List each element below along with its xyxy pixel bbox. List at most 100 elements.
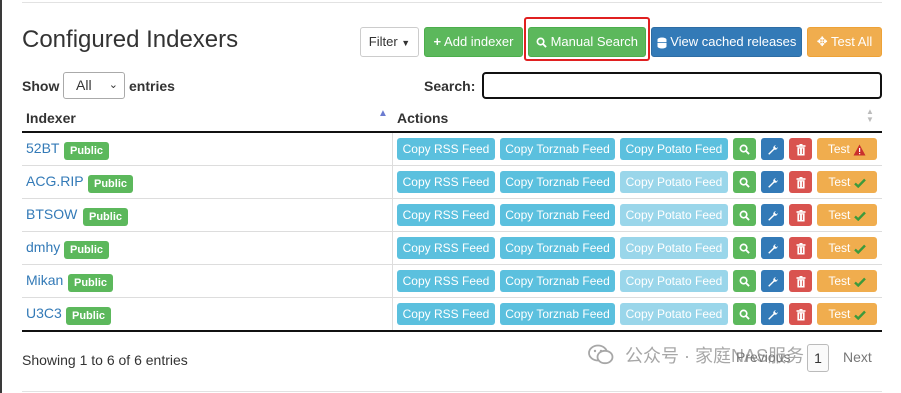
copy-rss-feed-button[interactable]: Copy RSS Feed (397, 171, 495, 193)
filter-button[interactable]: Filter ▼ (360, 27, 419, 57)
copy-torznab-feed-button[interactable]: Copy Torznab Feed (500, 303, 615, 325)
configure-indexer-button[interactable] (761, 171, 784, 193)
indexer-name-link[interactable]: Mikan (26, 272, 63, 288)
public-badge: Public (88, 175, 134, 193)
trash-icon (796, 208, 806, 222)
copy-torznab-feed-button[interactable]: Copy Torznab Feed (500, 204, 615, 226)
trash-icon (796, 274, 806, 288)
highlight-annotation (524, 17, 650, 61)
copy-potato-feed-button[interactable]: Copy Potato Feed (620, 303, 728, 325)
configure-indexer-button[interactable] (761, 138, 784, 160)
delete-indexer-button[interactable] (789, 303, 812, 325)
column-header-actions[interactable]: Actions (397, 110, 448, 126)
add-indexer-button[interactable]: + Add indexer (424, 27, 523, 57)
copy-torznab-feed-button[interactable]: Copy Torznab Feed (500, 138, 615, 160)
indexer-name-link[interactable]: U3C3 (26, 305, 62, 321)
warning-triangle-icon (853, 142, 866, 156)
test-indexer-button[interactable]: Test (817, 171, 877, 193)
delete-indexer-button[interactable] (789, 204, 812, 226)
copy-potato-feed-button[interactable]: Copy Potato Feed (620, 237, 728, 259)
wechat-logo-icon (588, 344, 614, 371)
copy-rss-feed-button[interactable]: Copy RSS Feed (397, 270, 495, 292)
table-row: BTSOW Public Copy RSS Feed Copy Torznab Fee… (22, 199, 882, 232)
search-icon (739, 142, 750, 156)
pagination-page-1[interactable]: 1 (807, 344, 829, 372)
table-row: 52BT Public Copy RSS Feed Copy Torznab Feed… (22, 133, 882, 166)
wrench-icon (767, 274, 779, 288)
plus-icon: + (433, 34, 442, 49)
search-icon (739, 274, 750, 288)
delete-indexer-button[interactable] (789, 171, 812, 193)
copy-torznab-feed-button[interactable]: Copy Torznab Feed (500, 171, 615, 193)
public-badge: Public (64, 142, 110, 160)
entries-length-value: All (76, 77, 92, 93)
search-indexer-button[interactable] (733, 270, 756, 292)
copy-rss-feed-button[interactable]: Copy RSS Feed (397, 303, 495, 325)
checkmark-icon (853, 241, 866, 255)
indexer-name-link[interactable]: dmhy (26, 239, 60, 255)
copy-potato-feed-button[interactable]: Copy Potato Feed (620, 270, 728, 292)
copy-rss-feed-button[interactable]: Copy RSS Feed (397, 237, 495, 259)
test-label: Test (828, 175, 851, 189)
search-indexer-button[interactable] (733, 171, 756, 193)
delete-indexer-button[interactable] (789, 270, 812, 292)
column-header-indexer[interactable]: Indexer (26, 110, 76, 126)
column-separator (392, 265, 393, 297)
test-indexer-button[interactable]: Test (817, 270, 877, 292)
search-indexer-button[interactable] (733, 237, 756, 259)
pagination-previous[interactable]: Previous (736, 349, 790, 365)
wrench-icon (767, 241, 779, 255)
indexer-name-link[interactable]: ACG.RIP (26, 173, 84, 189)
sort-ascending-icon: ▲ (378, 108, 388, 119)
checkmark-icon (853, 208, 866, 222)
search-indexer-button[interactable] (733, 138, 756, 160)
copy-potato-feed-button[interactable]: Copy Potato Feed (620, 171, 728, 193)
search-indexer-button[interactable] (733, 303, 756, 325)
add-indexer-label: Add indexer (444, 34, 514, 49)
configure-indexer-button[interactable] (761, 270, 784, 292)
test-indexer-button[interactable]: Test (817, 237, 877, 259)
configure-indexer-button[interactable] (761, 204, 784, 226)
view-cached-label: View cached releases (670, 34, 797, 49)
left-window-edge (0, 0, 2, 393)
test-indexer-button[interactable]: Test (817, 138, 877, 160)
copy-rss-feed-button[interactable]: Copy RSS Feed (397, 204, 495, 226)
test-indexer-button[interactable]: Test (817, 303, 877, 325)
delete-indexer-button[interactable] (789, 237, 812, 259)
table-info: Showing 1 to 6 of 6 entries (22, 352, 188, 368)
pagination-next[interactable]: Next (843, 349, 872, 365)
wrench-icon (767, 175, 779, 189)
indexer-name-link[interactable]: 52BT (26, 140, 59, 156)
copy-torznab-feed-button[interactable]: Copy Torznab Feed (500, 270, 615, 292)
search-input[interactable] (482, 72, 882, 99)
view-cached-releases-button[interactable]: View cached releases (651, 27, 802, 57)
page-title: Configured Indexers (22, 26, 239, 53)
column-separator (392, 199, 393, 231)
copy-rss-feed-button[interactable]: Copy RSS Feed (397, 138, 495, 160)
configure-indexer-button[interactable] (761, 237, 784, 259)
search-icon (739, 307, 750, 321)
test-indexer-button[interactable]: Test (817, 204, 877, 226)
copy-torznab-feed-button[interactable]: Copy Torznab Feed (500, 237, 615, 259)
filter-label: Filter (368, 34, 398, 49)
table-bottom-divider (22, 330, 882, 332)
search-indexer-button[interactable] (733, 204, 756, 226)
copy-potato-feed-button[interactable]: Copy Potato Feed (620, 204, 728, 226)
checkmark-icon (853, 307, 866, 321)
delete-indexer-button[interactable] (789, 138, 812, 160)
top-divider (22, 2, 882, 3)
column-separator (392, 166, 393, 198)
checkmark-icon (853, 175, 866, 189)
search-icon (739, 208, 750, 222)
copy-potato-feed-button[interactable]: Copy Potato Feed (620, 138, 728, 160)
entries-length-select[interactable]: All ⌄ (63, 72, 125, 99)
indexer-name-link[interactable]: BTSOW (26, 206, 77, 222)
wrench-icon (767, 307, 779, 321)
sort-both-icon: ▲ ▼ (866, 107, 874, 124)
show-label: Show (22, 78, 60, 94)
configure-indexer-button[interactable] (761, 303, 784, 325)
column-separator (392, 133, 393, 165)
test-label: Test (828, 274, 851, 288)
column-separator (392, 298, 393, 330)
test-all-button[interactable]: ✥ Test All (807, 27, 882, 57)
